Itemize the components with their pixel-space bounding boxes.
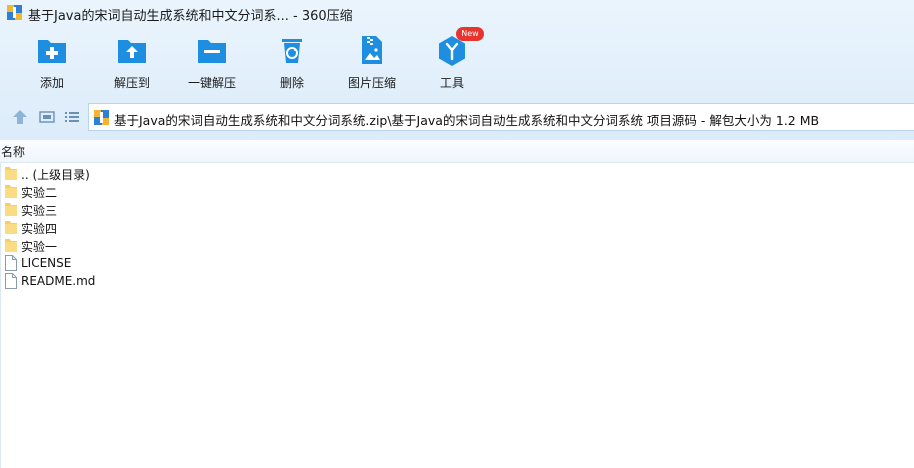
folder-icon	[5, 239, 17, 252]
extract-to-button[interactable]: 解压到	[92, 34, 172, 94]
add-icon	[38, 40, 66, 63]
address-path: 基于Java的宋词自动生成系统和中文分词系统.zip\基于Java的宋词自动生成…	[114, 113, 820, 128]
one-click-extract-button[interactable]: 一键解压	[172, 34, 252, 94]
column-header: 名称	[0, 140, 914, 163]
one-click-extract-label: 一键解压	[187, 76, 236, 90]
navigation-bar: 基于Java的宋词自动生成系统和中文分词系统.zip\基于Java的宋词自动生成…	[0, 102, 914, 132]
delete-label: 删除	[279, 76, 304, 90]
document-icon	[5, 273, 17, 289]
image-compress-label: 图片压缩	[347, 76, 396, 90]
list-item-parent-directory[interactable]: .. (上级目录)	[0, 165, 914, 183]
one-click-folder-icon	[198, 40, 226, 63]
address-bar[interactable]: 基于Java的宋词自动生成系统和中文分词系统.zip\基于Java的宋词自动生成…	[88, 103, 914, 131]
file-name: 实验一	[21, 240, 58, 254]
recycle-bin-icon	[282, 39, 302, 63]
list-view-icon[interactable]	[63, 108, 81, 126]
toolbar-area: 基于Java的宋词自动生成系统和中文分词系... - 360压缩 添加 解压到 …	[0, 0, 914, 140]
list-item-file[interactable]: LICENSE	[0, 255, 914, 273]
file-name: 实验四	[21, 222, 58, 236]
file-name: README.md	[21, 274, 96, 288]
file-name: 实验三	[21, 204, 58, 218]
title-bar: 基于Java的宋词自动生成系统和中文分词系... - 360压缩	[0, 0, 914, 26]
up-arrow-icon[interactable]	[11, 108, 29, 126]
extract-to-label: 解压到	[113, 76, 150, 90]
folder-icon	[5, 185, 17, 198]
column-name-header[interactable]: 名称	[1, 143, 25, 160]
tools-button[interactable]: New 工具	[412, 27, 492, 94]
tools-label: 工具	[439, 76, 464, 90]
list-item-folder[interactable]: 实验二	[0, 183, 914, 201]
folder-icon	[5, 221, 17, 234]
extract-folder-icon	[118, 40, 146, 63]
file-name: 实验二	[21, 186, 58, 200]
zip-archive-icon	[94, 110, 109, 125]
folder-icon	[5, 203, 17, 216]
list-item-folder[interactable]: 实验四	[0, 219, 914, 237]
image-zip-icon	[362, 36, 382, 64]
folder-icon	[5, 167, 17, 180]
add-label: 添加	[39, 76, 64, 90]
new-badge: New	[456, 27, 484, 41]
list-item-file[interactable]: README.md	[0, 273, 914, 291]
window-title: 基于Java的宋词自动生成系统和中文分词系... - 360压缩	[28, 9, 353, 24]
list-item-folder[interactable]: 实验三	[0, 201, 914, 219]
detail-view-icon[interactable]	[38, 108, 56, 126]
file-name: .. (上级目录)	[21, 168, 90, 182]
file-name: LICENSE	[21, 256, 72, 270]
delete-button[interactable]: 删除	[252, 34, 332, 94]
360zip-app-icon	[7, 5, 22, 20]
document-icon	[5, 255, 17, 271]
list-item-folder[interactable]: 实验一	[0, 237, 914, 255]
image-compress-button[interactable]: 图片压缩	[332, 34, 412, 94]
add-button[interactable]: 添加	[12, 34, 92, 94]
